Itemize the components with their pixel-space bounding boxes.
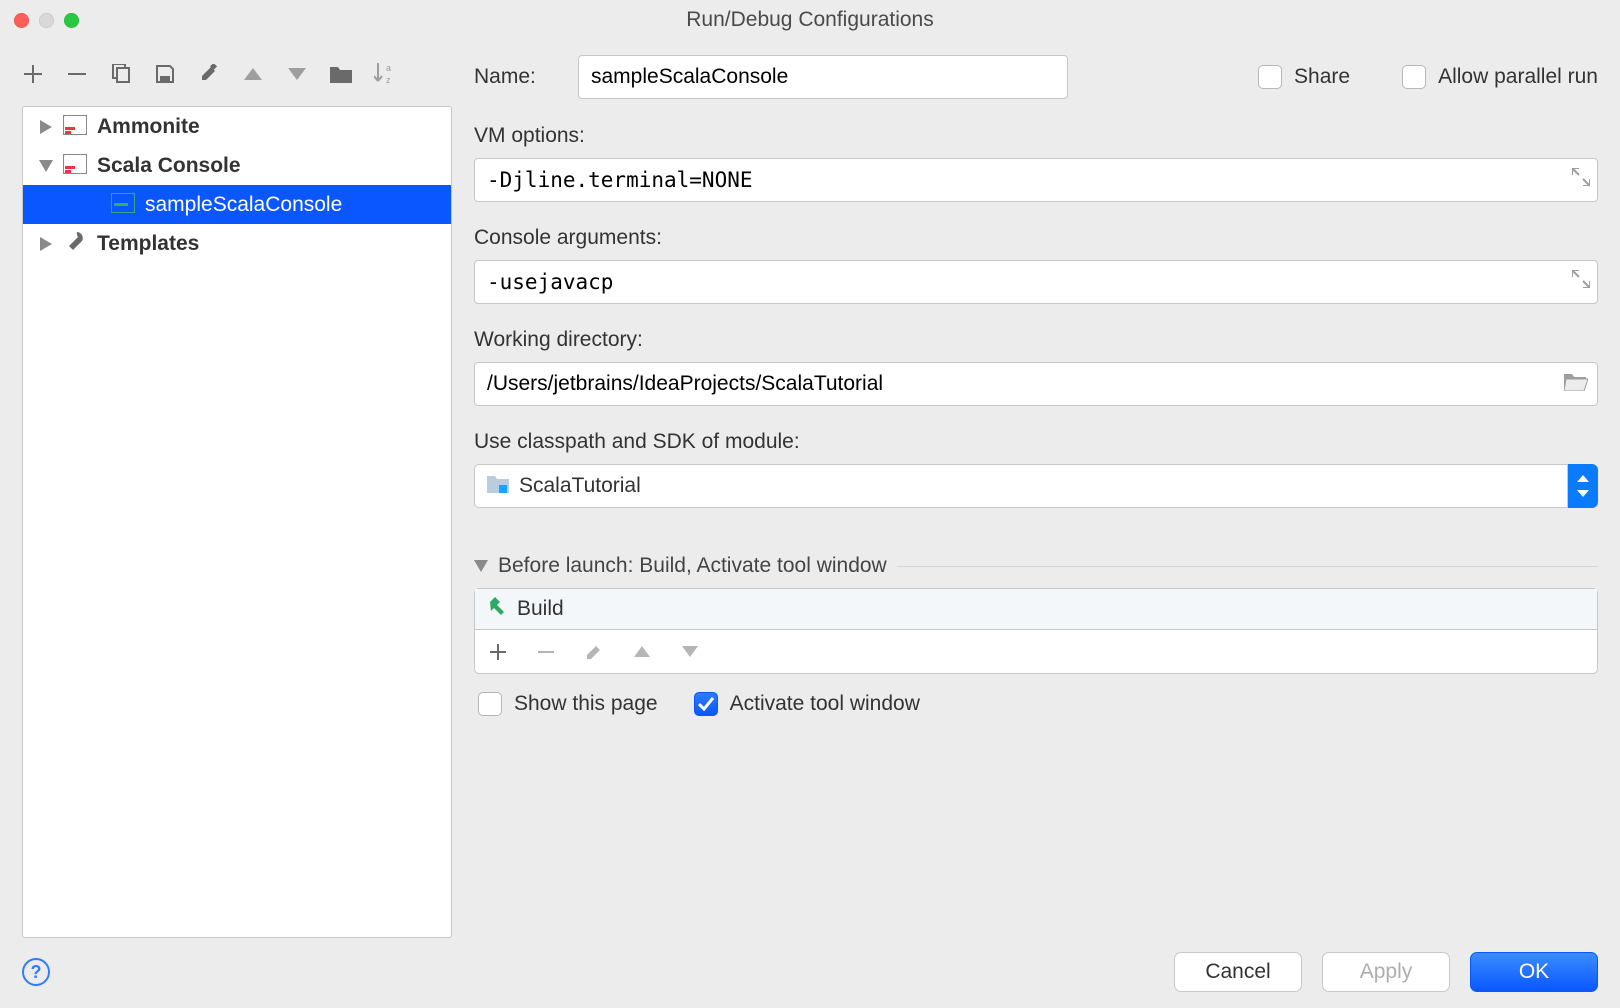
run-config-icon: [111, 193, 135, 217]
console-args-label: Console arguments:: [474, 226, 1598, 250]
activate-tool-window-toggle[interactable]: Activate tool window: [694, 692, 920, 716]
disclosure-down-icon[interactable]: [37, 157, 55, 175]
copy-config-button[interactable]: [110, 63, 132, 85]
share-checkbox[interactable]: [1258, 65, 1282, 89]
zoom-window-button[interactable]: [64, 13, 79, 28]
divider: [897, 566, 1598, 567]
window-title: Run/Debug Configurations: [0, 8, 1620, 32]
disclosure-right-icon[interactable]: [37, 235, 55, 253]
ok-button[interactable]: OK: [1470, 952, 1598, 992]
tree-item-label: Scala Console: [97, 154, 241, 178]
sort-alpha-button[interactable]: az: [374, 63, 396, 85]
titlebar: Run/Debug Configurations: [0, 0, 1620, 40]
activate-tool-window-label: Activate tool window: [730, 692, 920, 716]
move-up-button[interactable]: [242, 63, 264, 85]
move-down-button[interactable]: [286, 63, 308, 85]
disclosure-down-icon[interactable]: [474, 554, 488, 578]
module-label: Use classpath and SDK of module:: [474, 430, 1598, 454]
allow-parallel-label: Allow parallel run: [1438, 65, 1598, 89]
vm-options-label: VM options:: [474, 124, 1598, 148]
move-task-down-button[interactable]: [679, 641, 701, 663]
allow-parallel-toggle[interactable]: Allow parallel run: [1402, 65, 1598, 89]
before-launch-item[interactable]: Build: [475, 589, 1597, 629]
name-label: Name:: [474, 65, 550, 89]
share-toggle[interactable]: Share: [1258, 65, 1350, 89]
svg-text:a: a: [386, 63, 391, 73]
close-window-button[interactable]: [14, 13, 29, 28]
folder-open-icon[interactable]: [1564, 371, 1588, 397]
apply-button[interactable]: Apply: [1322, 952, 1450, 992]
config-tree[interactable]: Ammonite Scala Console sampleScalaCon: [22, 106, 452, 938]
folder-button[interactable]: [330, 63, 352, 85]
console-icon: [63, 154, 87, 178]
edit-defaults-button[interactable]: [198, 63, 220, 85]
allow-parallel-checkbox[interactable]: [1402, 65, 1426, 89]
edit-task-button[interactable]: [583, 641, 605, 663]
help-button[interactable]: ?: [22, 958, 50, 986]
show-this-page-label: Show this page: [514, 692, 658, 716]
add-task-button[interactable]: [487, 641, 509, 663]
left-toolbar: az: [22, 54, 452, 94]
activate-tool-window-checkbox[interactable]: [694, 692, 718, 716]
show-this-page-toggle[interactable]: Show this page: [478, 692, 658, 716]
tree-item-label: sampleScalaConsole: [145, 193, 342, 217]
working-dir-input[interactable]: [474, 362, 1598, 406]
before-launch-header[interactable]: Before launch: Build, Activate tool wind…: [474, 554, 1598, 578]
before-launch-label: Before launch: Build, Activate tool wind…: [498, 554, 887, 578]
name-input[interactable]: [578, 55, 1068, 99]
move-task-up-button[interactable]: [631, 641, 653, 663]
window-controls: [14, 13, 79, 28]
tree-item-sample-scala-console[interactable]: sampleScalaConsole: [23, 185, 451, 224]
console-args-input[interactable]: [474, 260, 1598, 304]
before-launch-toolbar: [474, 630, 1598, 674]
save-config-button[interactable]: [154, 63, 176, 85]
cancel-button[interactable]: Cancel: [1174, 952, 1302, 992]
dialog-footer: ? Cancel Apply OK: [0, 938, 1620, 1008]
add-config-button[interactable]: [22, 63, 44, 85]
svg-text:z: z: [386, 75, 391, 85]
tree-item-scala-console[interactable]: Scala Console: [23, 146, 451, 185]
tree-item-ammonite[interactable]: Ammonite: [23, 107, 451, 146]
disclosure-right-icon[interactable]: [37, 118, 55, 136]
share-label: Share: [1294, 65, 1350, 89]
working-dir-label: Working directory:: [474, 328, 1598, 352]
module-value: ScalaTutorial: [519, 474, 641, 498]
module-icon: [487, 473, 509, 499]
before-launch-list[interactable]: Build: [474, 588, 1598, 630]
remove-task-button[interactable]: [535, 641, 557, 663]
wrench-icon: [63, 232, 87, 256]
minimize-window-button: [39, 13, 54, 28]
tree-item-label: Ammonite: [97, 115, 200, 139]
tree-item-label: Templates: [97, 232, 199, 256]
remove-config-button[interactable]: [66, 63, 88, 85]
updown-icon[interactable]: [1568, 464, 1598, 508]
before-launch-item-label: Build: [517, 597, 564, 621]
module-select[interactable]: ScalaTutorial: [474, 464, 1598, 508]
hammer-icon: [487, 596, 507, 622]
tree-item-templates[interactable]: Templates: [23, 224, 451, 263]
show-this-page-checkbox[interactable]: [478, 692, 502, 716]
expand-icon[interactable]: [1572, 270, 1590, 294]
expand-icon[interactable]: [1572, 168, 1590, 192]
console-icon: [63, 115, 87, 139]
vm-options-input[interactable]: [474, 158, 1598, 202]
